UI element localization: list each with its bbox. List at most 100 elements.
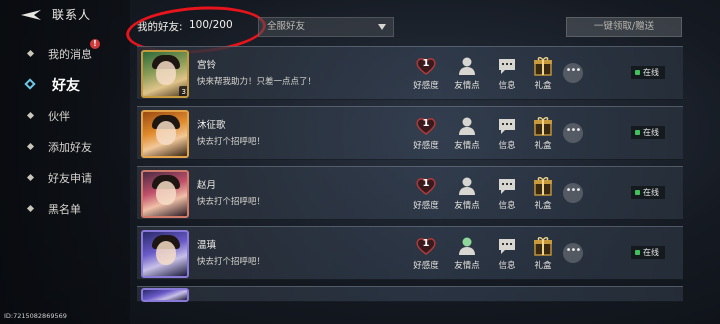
person-icon: [456, 55, 478, 77]
gift-label: 礼盒: [534, 201, 552, 211]
person-icon: [456, 115, 478, 137]
server-filter-dropdown[interactable]: 全服好友: [258, 17, 394, 37]
level-badge: 31: [179, 86, 187, 96]
friend-name: 宫铃: [197, 60, 217, 71]
friend-row[interactable]: 31 宫铃 快来帮我助力！只差一点点了！ 1 好感度 友情点 信息: [137, 46, 683, 100]
affinity-button[interactable]: 1 好感度: [408, 235, 444, 271]
sidebar-item-friend-requests[interactable]: 好友申请: [0, 162, 130, 193]
friend-status: 快去打个招呼吧！: [197, 257, 266, 267]
sidebar-item-label: 添加好友: [48, 140, 92, 154]
friend-points-label: 友情点: [454, 201, 480, 211]
heart-icon: 1: [415, 115, 437, 137]
chevron-down-icon: [378, 24, 386, 30]
affinity-label: 好感度: [413, 81, 439, 91]
avatar-face: [156, 121, 176, 145]
person-icon: [456, 175, 478, 197]
affinity-value: 1: [422, 58, 430, 69]
online-label: 在线: [643, 128, 659, 137]
sidebar-item-label: 好友申请: [48, 171, 92, 185]
friend-points-button[interactable]: 友情点: [449, 55, 485, 91]
info-label: 信息: [498, 141, 516, 151]
sidebar-item-blacklist[interactable]: 黑名单: [0, 193, 130, 224]
gift-icon: [532, 55, 554, 77]
more-options-button[interactable]: •••: [563, 123, 583, 143]
affinity-label: 好感度: [413, 141, 439, 151]
affinity-value: 1: [422, 118, 430, 129]
gift-button[interactable]: 礼盒: [525, 235, 561, 271]
online-label: 在线: [643, 188, 659, 197]
friend-list: 31 宫铃 快来帮我助力！只差一点点了！ 1 好感度 友情点 信息: [137, 46, 683, 308]
info-button[interactable]: 信息: [489, 115, 525, 151]
friend-status: 快去打个招呼吧！: [197, 197, 266, 207]
diamond-bullet-icon: [26, 142, 35, 151]
more-options-button[interactable]: •••: [563, 63, 583, 83]
info-button[interactable]: 信息: [489, 235, 525, 271]
diamond-bullet-icon: [26, 49, 35, 58]
sidebar-item-add-friend[interactable]: 添加好友: [0, 131, 130, 162]
avatar[interactable]: 31: [141, 50, 189, 98]
friend-points-label: 友情点: [454, 81, 480, 91]
affinity-button[interactable]: 1 好感度: [408, 55, 444, 91]
online-status-badge: 在线: [631, 126, 665, 139]
avatar[interactable]: [141, 230, 189, 278]
friend-row[interactable]: 沐征歌 快去打个招呼吧！ 1 好感度 友情点 信息 礼盒 ••• 在线: [137, 106, 683, 160]
online-dot-icon: [635, 70, 640, 75]
friend-name: 温瑱: [197, 240, 217, 251]
friend-row[interactable]: 赵月 快去打个招呼吧！ 1 好感度 友情点 信息 礼盒 ••• 在线: [137, 166, 683, 220]
online-dot-icon: [635, 250, 640, 255]
affinity-value: 1: [422, 178, 430, 189]
chat-icon: [496, 175, 518, 197]
friend-points-button[interactable]: 友情点: [449, 235, 485, 271]
more-options-button[interactable]: •••: [563, 243, 583, 263]
avatar[interactable]: [141, 288, 189, 302]
diamond-bullet-icon: [24, 78, 36, 90]
gift-label: 礼盒: [534, 81, 552, 91]
affinity-label: 好感度: [413, 201, 439, 211]
info-button[interactable]: 信息: [489, 175, 525, 211]
info-label: 信息: [498, 261, 516, 271]
online-status-badge: 在线: [631, 186, 665, 199]
friend-points-label: 友情点: [454, 141, 480, 151]
avatar-face: [156, 181, 176, 205]
person-icon: [456, 235, 478, 257]
friend-status: 快来帮我助力！只差一点点了！: [197, 77, 317, 87]
affinity-button[interactable]: 1 好感度: [408, 115, 444, 151]
friend-row[interactable]: [137, 286, 683, 302]
heart-icon: 1: [415, 235, 437, 257]
sidebar-item-label: 好友: [52, 77, 80, 94]
server-filter-value: 全服好友: [267, 21, 306, 32]
sidebar-item-my-messages[interactable]: 我的消息 !: [0, 38, 130, 69]
friend-status: 快去打个招呼吧！: [197, 137, 266, 147]
gift-button[interactable]: 礼盒: [525, 55, 561, 91]
claim-all-button[interactable]: 一键领取/赠送: [566, 17, 682, 37]
avatar-face: [156, 61, 176, 85]
diamond-bullet-icon: [26, 111, 35, 120]
sidebar: 联系人 我的消息 ! 好友 伙伴 添加好友 好友申请 黑名单 ID:721508…: [0, 0, 130, 324]
online-status-badge: 在线: [631, 66, 665, 79]
friend-points-button[interactable]: 友情点: [449, 175, 485, 211]
info-label: 信息: [498, 81, 516, 91]
top-bar: 我的好友: 100/200 全服好友 一键领取/赠送: [0, 2, 720, 58]
avatar[interactable]: [141, 110, 189, 158]
sidebar-item-friends[interactable]: 好友: [0, 69, 130, 100]
more-options-button[interactable]: •••: [563, 183, 583, 203]
avatar[interactable]: [141, 170, 189, 218]
chat-icon: [496, 55, 518, 77]
online-status-badge: 在线: [631, 246, 665, 259]
friend-points-label: 友情点: [454, 261, 480, 271]
sidebar-nav: 我的消息 ! 好友 伙伴 添加好友 好友申请 黑名单: [0, 38, 130, 224]
gift-button[interactable]: 礼盒: [525, 115, 561, 151]
sidebar-item-partners[interactable]: 伙伴: [0, 100, 130, 131]
friend-row[interactable]: 温瑱 快去打个招呼吧！ 1 好感度 友情点 信息 礼盒 ••• 在线: [137, 226, 683, 280]
sidebar-item-label: 我的消息: [48, 47, 92, 61]
gift-label: 礼盒: [534, 261, 552, 271]
sidebar-item-label: 伙伴: [48, 109, 70, 123]
info-button[interactable]: 信息: [489, 55, 525, 91]
affinity-button[interactable]: 1 好感度: [408, 175, 444, 211]
gift-button[interactable]: 礼盒: [525, 175, 561, 211]
friend-points-button[interactable]: 友情点: [449, 115, 485, 151]
heart-icon: 1: [415, 175, 437, 197]
friend-name: 赵月: [197, 180, 217, 191]
user-id: ID:7215082869569: [4, 312, 67, 320]
gift-icon: [532, 175, 554, 197]
